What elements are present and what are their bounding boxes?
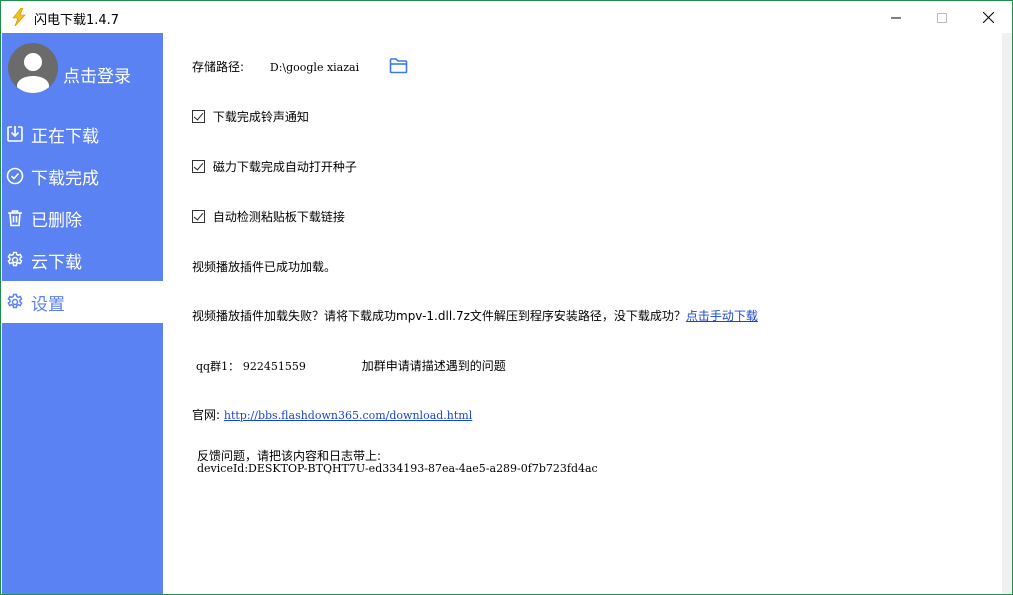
qq-group-note: 加群申请请描述遇到的问题 — [361, 359, 506, 373]
website-link[interactable]: http://bbs.flashdown365.com/download.htm… — [224, 409, 472, 422]
website-row: 官网: http://bbs.flashdown365.com/download… — [192, 406, 472, 423]
sidebar-item-completed[interactable]: 下载完成 — [2, 155, 163, 197]
sidebar-item-label: 下载完成 — [31, 168, 99, 189]
option-open-torrent[interactable]: 磁力下载完成自动打开种子 — [192, 158, 357, 175]
settings-panel: 存储路径: D:\google xiazai 下载完成铃声通知 磁力下载完成自动… — [163, 33, 1002, 594]
device-id[interactable]: deviceId:DESKTOP-BTQHT7U-ed334193-87ea-4… — [197, 462, 598, 475]
sidebar-item-settings[interactable]: 设置 — [2, 281, 163, 323]
storage-path-value: D:\google xiazai — [269, 61, 360, 74]
option-ring-notify[interactable]: 下载完成铃声通知 — [192, 108, 309, 125]
maximize-button[interactable] — [919, 1, 965, 33]
open-torrent-checkbox[interactable] — [192, 160, 205, 173]
option-label: 下载完成铃声通知 — [212, 110, 309, 124]
qq-group-label: qq群1： — [196, 360, 240, 373]
qq-group-number[interactable]: 922451559 — [243, 360, 306, 373]
download-tray-icon — [5, 124, 25, 144]
plugin-fail-row: 视频播放插件加载失败？请将下载成功mpv-1.dll.7z文件解压到程序安装路径… — [192, 307, 758, 324]
sidebar-item-cloud-download[interactable]: 云下载 — [2, 239, 163, 281]
folder-open-icon[interactable] — [389, 57, 409, 75]
minimize-button[interactable] — [873, 1, 919, 33]
option-clipboard-detect[interactable]: 自动检测粘贴板下载链接 — [192, 208, 345, 225]
sidebar: 点击登录 正在下载 下载完成 已删除 云下载 设置 — [2, 33, 163, 594]
lightning-icon — [11, 7, 27, 27]
sidebar-item-downloading[interactable]: 正在下载 — [2, 113, 163, 155]
manual-download-link[interactable]: 点击手动下载 — [686, 309, 758, 323]
storage-path-label: 存储路径: — [192, 60, 245, 74]
sidebar-item-label: 设置 — [31, 294, 65, 315]
gear-icon — [5, 292, 25, 312]
option-label: 磁力下载完成自动打开种子 — [212, 160, 357, 174]
close-button[interactable] — [965, 1, 1011, 33]
title-bar[interactable]: 闪电下载1.4.7 — [1, 1, 1012, 33]
trash-icon — [5, 208, 25, 228]
plugin-fail-text: 视频播放插件加载失败？请将下载成功mpv-1.dll.7z文件解压到程序安装路径… — [192, 309, 686, 323]
sidebar-item-label: 已删除 — [31, 210, 82, 231]
close-icon — [982, 8, 994, 27]
clipboard-detect-checkbox[interactable] — [192, 210, 205, 223]
sidebar-item-deleted[interactable]: 已删除 — [2, 197, 163, 239]
option-label: 自动检测粘贴板下载链接 — [212, 210, 345, 224]
user-avatar-icon[interactable] — [8, 43, 58, 93]
maximize-icon — [937, 8, 947, 27]
minimize-icon — [891, 8, 901, 27]
sidebar-item-label: 云下载 — [31, 252, 82, 273]
qq-group-row: qq群1： 922451559 加群申请请描述遇到的问题 — [196, 357, 506, 374]
vertical-scrollbar[interactable] — [1002, 33, 1012, 594]
storage-path-row: 存储路径: D:\google xiazai — [192, 58, 359, 75]
window-title: 闪电下载1.4.7 — [34, 13, 120, 28]
plugin-loaded-text: 视频播放插件已成功加载。 — [192, 260, 337, 274]
sidebar-item-label: 正在下载 — [31, 126, 99, 147]
login-link[interactable]: 点击登录 — [63, 62, 131, 87]
website-label: 官网: — [192, 408, 221, 422]
gear-icon — [5, 250, 25, 270]
check-circle-icon — [5, 166, 25, 186]
ring-notify-checkbox[interactable] — [192, 110, 205, 123]
app-window: 闪电下载1.4.7 点击登录 正在下载 下载完成 已删除 云下载 设置 存储路径… — [0, 0, 1013, 595]
